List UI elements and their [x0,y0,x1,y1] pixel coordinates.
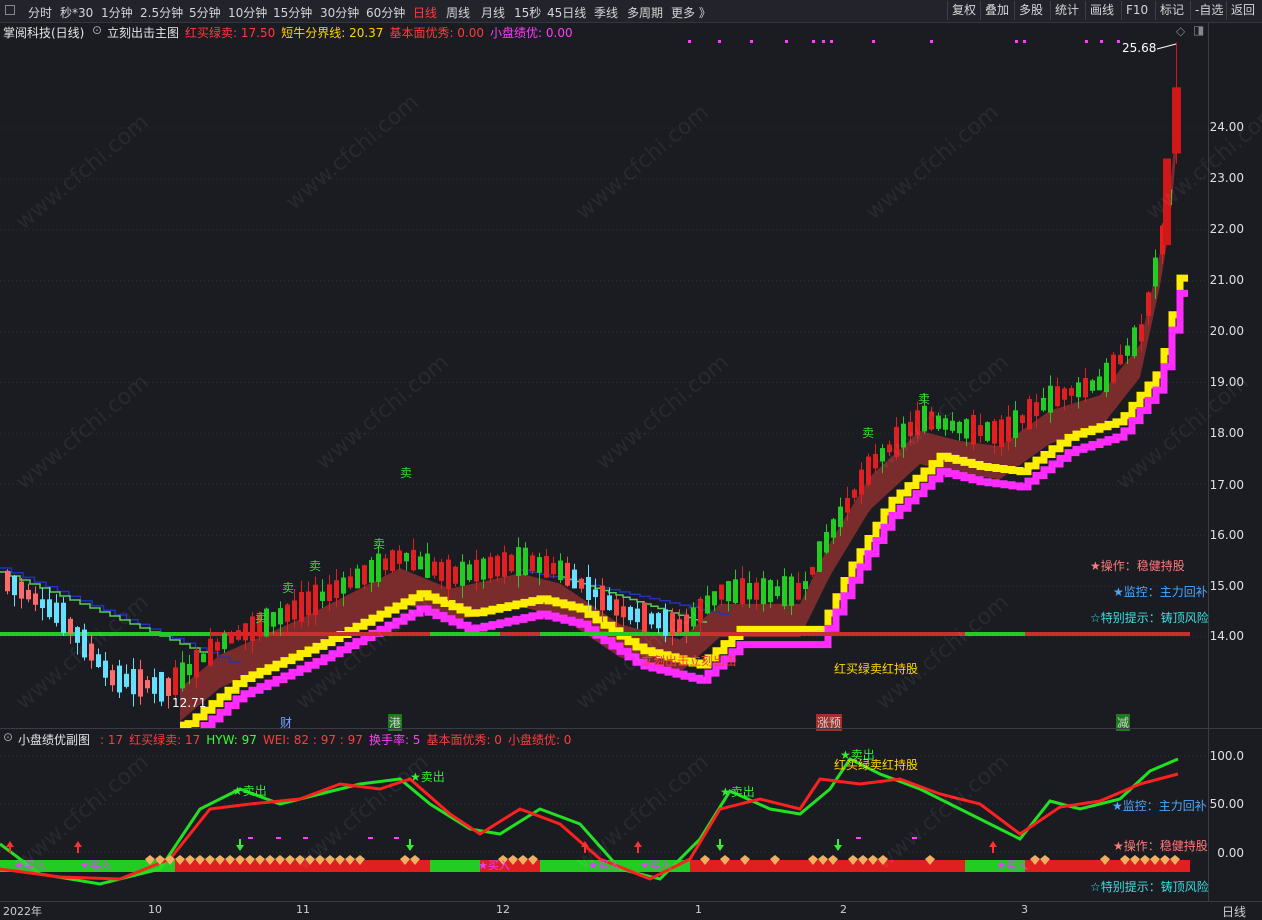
toolbar-button[interactable]: 复权 [947,1,980,20]
toolbar-button[interactable]: 标记 [1155,1,1188,20]
svg-text:★卖出: ★卖出 [232,784,267,798]
toolbar-button[interactable]: -自选 [1190,1,1227,20]
sub-note-warning: ☆特别提示：铸顶风险 [1090,880,1209,894]
period-tab[interactable]: 季线 [594,4,618,21]
price-tick: 18.00 [1209,426,1244,440]
time-axis: 2022年 10 11 12 1 2 3 日线 [0,901,1262,919]
price-tick: 19.00 [1209,375,1244,389]
svg-text:★买入: ★买入 [14,859,46,872]
sub-indicator-chart: ★卖出★卖出★卖出★卖出★买入 ★买入 ★买入 ★买入 ★买入 ★买入 [0,748,1208,886]
period-tab[interactable]: 30分钟 [320,4,359,21]
svg-text:卖: 卖 [255,611,267,625]
time-tick: 1 [695,903,702,916]
time-tick: 3 [1021,903,1028,916]
period-tab[interactable]: 10分钟 [228,4,267,21]
sub-note-operation: ★操作：稳健持股 [1113,839,1208,853]
strike-signal-label: 立刻出击立刻出击 [641,654,738,668]
sub-indicator-panel[interactable]: ⊙ 小盘绩优副图 : 17 红买绿卖: 17 HYW: 97 WEI: 82 : 97… [0,728,1262,902]
panel-toggle-icon[interactable] [5,5,15,15]
main-note-warning: ☆特别提示：铸顶风险 [1090,611,1209,625]
price-tick: 15.00 [1209,579,1244,593]
svg-text:卖: 卖 [918,392,930,406]
price-tick: 21.00 [1209,273,1244,287]
period-tab[interactable]: 多周期 [627,4,663,21]
value-tick: 100.0 [1209,749,1244,763]
sub-hold-label: 红买绿卖红持股 [834,758,919,772]
time-axis-period: 日线 [1222,905,1247,919]
period-tab[interactable]: 日线 [413,4,437,21]
svg-text:★买入: ★买入 [80,859,112,872]
high-price-label: 25.68 [1122,41,1157,55]
price-tick: 22.00 [1209,222,1244,236]
low-price-label: 12.71 [172,696,207,710]
svg-text:卖: 卖 [400,466,412,480]
svg-text:★买入: ★买入 [996,859,1028,872]
svg-text:★卖出: ★卖出 [410,770,445,784]
toolbar-button[interactable]: 返回 [1226,1,1259,20]
svg-text:★买入: ★买入 [588,859,620,872]
toolbar-button[interactable]: 多股 [1014,1,1047,20]
hold-signal-label: 红买绿卖红持股 [834,662,919,676]
time-tick: 12 [496,903,510,916]
time-tick: 11 [296,903,310,916]
period-tab[interactable]: 15秒 [514,4,541,21]
time-tick: 2022年 [3,905,42,918]
price-tick: 23.00 [1209,171,1244,185]
period-tab[interactable]: 15分钟 [273,4,312,21]
period-tab[interactable]: 更多 》 [671,4,711,21]
value-tick: 0.00 [1217,846,1244,860]
value-tick: 50.00 [1209,797,1244,811]
toolbar-button[interactable]: 画线 [1085,1,1118,20]
period-tab[interactable]: 60分钟 [366,4,405,21]
period-tab[interactable]: 1分钟 [101,4,133,21]
candlestick-chart: 卖卖卖卖卖卖卖 [0,40,1208,728]
period-tab[interactable]: 45日线 [547,4,586,21]
svg-text:卖: 卖 [309,559,321,573]
sub-note-monitor: ★监控：主力回补 [1112,799,1207,813]
main-chart-panel[interactable]: 掌阅科技(日线) ⊙ 立刻出击主图 红买绿卖: 17.50 短牛分界线: 20.3… [0,22,1262,731]
price-tick: 24.00 [1209,120,1244,134]
price-tick: 20.00 [1209,324,1244,338]
price-tick: 16.00 [1209,528,1244,542]
svg-text:卖: 卖 [373,537,385,551]
main-note-operation: ★操作：稳健持股 [1090,559,1185,573]
time-tick: 2 [840,903,847,916]
toolbar-button[interactable]: 叠加 [980,1,1013,20]
period-tab[interactable]: 分时 [28,4,52,21]
period-toolbar: 分时 秒*30 1分钟 2.5分钟 5分钟 10分钟 15分钟 30分钟 60分钟 日线 周线 月线 1… [0,0,1262,23]
svg-text:★买入: ★买入 [478,859,510,872]
svg-text:卖: 卖 [862,426,874,440]
time-tick: 10 [148,903,162,916]
price-tick: 14.00 [1209,629,1244,643]
svg-text:★买入: ★买入 [640,859,672,872]
period-tab[interactable]: 2.5分钟 [140,4,183,21]
main-note-monitor: ★监控：主力回补 [1113,585,1208,599]
period-tab[interactable]: 月线 [481,4,505,21]
toolbar-button[interactable]: 统计 [1050,1,1083,20]
period-tab[interactable]: 秒*30 [60,4,93,21]
period-tab[interactable]: 5分钟 [189,4,221,21]
svg-text:★卖出: ★卖出 [720,785,755,799]
toolbar-button[interactable]: F10 [1121,1,1152,20]
period-tab[interactable]: 周线 [446,4,470,21]
svg-text:卖: 卖 [282,581,294,595]
price-tick: 17.00 [1209,478,1244,492]
